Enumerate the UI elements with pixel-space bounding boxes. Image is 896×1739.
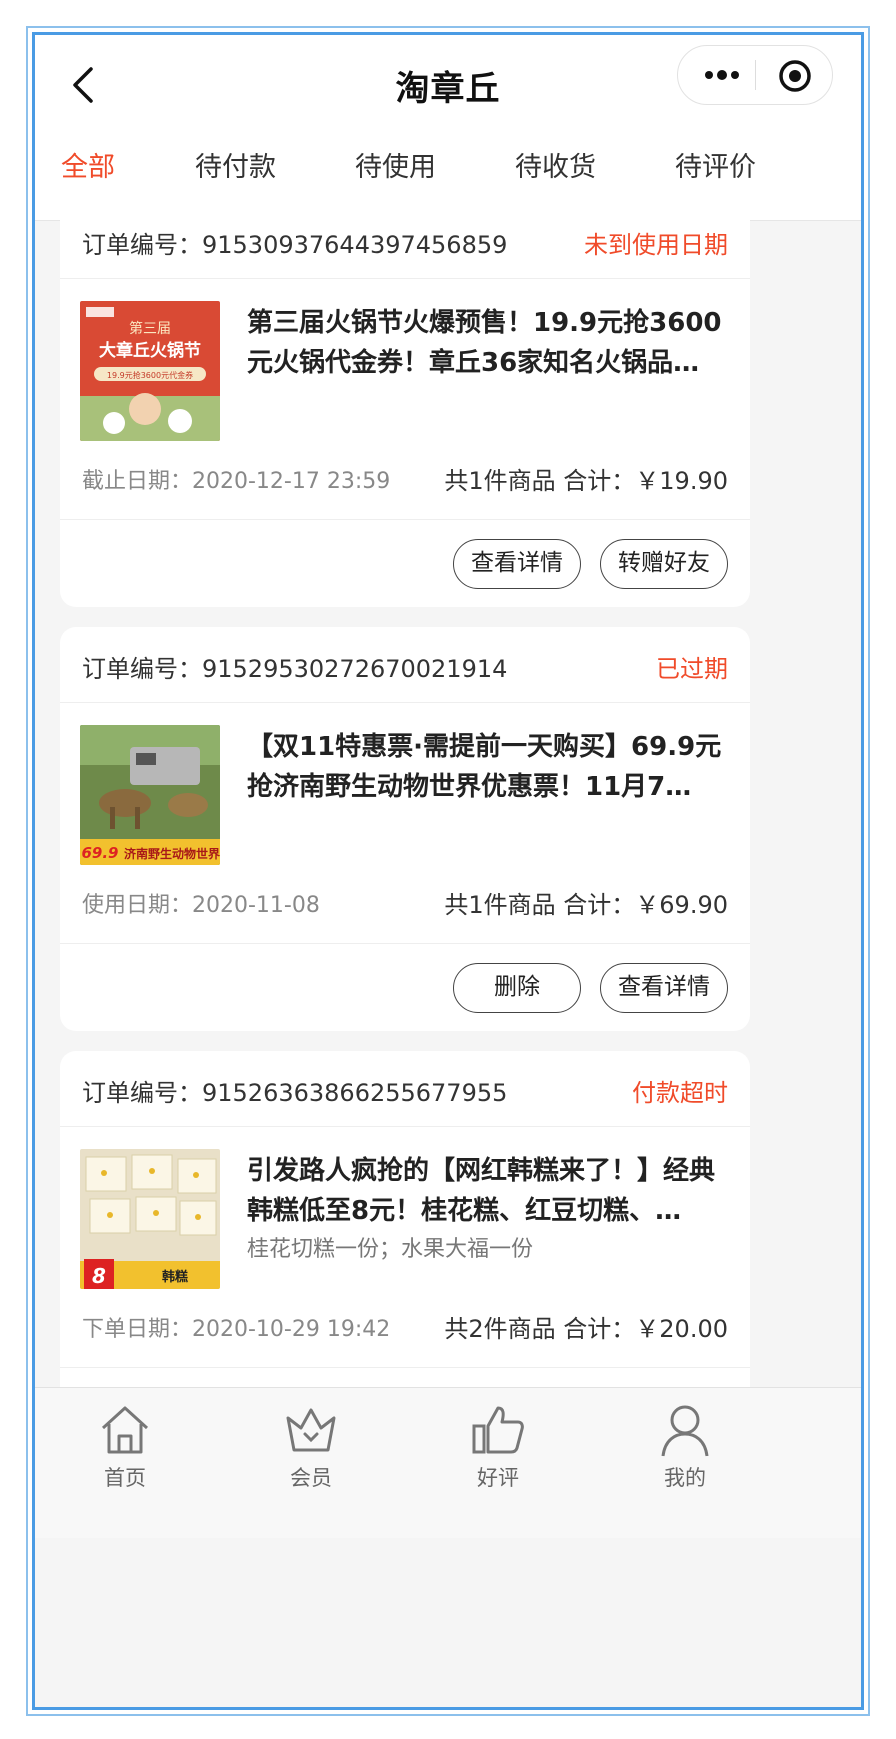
order-header: 订单编号：91530937644397456859 未到使用日期 — [60, 203, 750, 279]
delete-button[interactable]: 删除 — [453, 963, 581, 1013]
order-header: 订单编号：91529530272670021914 已过期 — [60, 627, 750, 703]
tabbar-home[interactable]: 首页 — [65, 1402, 185, 1492]
tab-label: 待评价 — [675, 152, 756, 183]
expiry-date: 截止日期：2020-12-17 23:59 — [82, 469, 391, 494]
divider — [60, 1367, 750, 1368]
order-number: 订单编号：91529530272670021914 — [82, 655, 508, 683]
tabbar-label: 好评 — [477, 1466, 519, 1490]
tabbar-reviews[interactable]: 好评 — [438, 1402, 558, 1492]
order-summary: 共1件商品 合计：￥69.90 — [444, 891, 728, 919]
tabbar-member[interactable]: 会员 — [251, 1402, 371, 1492]
divider — [60, 519, 750, 520]
app-viewport: 淘章丘 全部 待付款 待使用 待收货 待评价 订单编号：915309376443… — [35, 35, 861, 1707]
tab-label: 全部 — [61, 152, 115, 183]
view-details-button[interactable]: 查看详情 — [600, 963, 728, 1013]
thumb-caption: 济南野生动物世界 — [124, 846, 220, 861]
tab-label: 待使用 — [355, 152, 436, 183]
product-thumbnail[interactable]: 8 韩糕 — [80, 1149, 220, 1289]
user-icon — [661, 1405, 709, 1457]
product-thumbnail[interactable]: 第三届 大章丘火锅节 19.9元抢3600元代金券 — [80, 301, 220, 441]
close-miniprogram-icon[interactable] — [778, 59, 812, 93]
capsule-divider — [755, 60, 756, 90]
product-title[interactable]: 引发路人疯抢的【网红韩糕来了！】经典韩糕低至8元！桂花糕、红豆切糕、… — [247, 1151, 727, 1231]
order-card[interactable]: 订单编号：91529530272670021914 已过期 69.9 济南野生动… — [60, 627, 750, 1031]
order-status: 付款超时 — [632, 1079, 728, 1107]
order-status: 已过期 — [656, 655, 728, 683]
use-date: 使用日期：2020-11-08 — [82, 893, 320, 918]
tab-label: 待收货 — [515, 152, 596, 183]
order-number: 订单编号：91530937644397456859 — [82, 231, 508, 259]
order-status: 未到使用日期 — [584, 231, 728, 259]
thumbs-up-icon — [472, 1406, 524, 1454]
mini-program-capsule — [677, 45, 833, 105]
order-number: 订单编号：91526363866255677955 — [82, 1079, 508, 1107]
tabbar-label: 首页 — [104, 1466, 146, 1490]
product-spec: 桂花切糕一份；水果大福一份 — [247, 1237, 534, 1262]
product-thumbnail[interactable]: 69.9 济南野生动物世界 — [80, 725, 220, 865]
view-details-button[interactable]: 查看详情 — [453, 539, 581, 589]
bottom-tabbar: 首页 会员 好评 我的 — [35, 1387, 861, 1538]
order-summary: 共1件商品 合计：￥19.90 — [444, 467, 728, 495]
gift-to-friend-button[interactable]: 转赠好友 — [600, 539, 728, 589]
tab-label: 待付款 — [195, 152, 276, 183]
order-card[interactable]: 订单编号：91530937644397456859 未到使用日期 第三届 大章丘… — [60, 203, 750, 607]
crown-icon — [286, 1408, 336, 1452]
more-icon[interactable] — [702, 60, 742, 90]
product-title[interactable]: 【双11特惠票·需提前一天购买】69.9元抢济南野生动物世界优惠票！11月7… — [247, 727, 727, 807]
tabbar-mine[interactable]: 我的 — [625, 1402, 745, 1492]
thumb-text-3: 19.9元抢3600元代金券 — [107, 370, 193, 380]
order-header: 订单编号：91526363866255677955 付款超时 — [60, 1051, 750, 1127]
navbar: 淘章丘 — [35, 35, 861, 135]
thumb-price: 8 — [92, 1264, 106, 1288]
product-title[interactable]: 第三届火锅节火爆预售！19.9元抢3600元火锅代金券！章丘36家知名火锅品… — [247, 303, 727, 383]
thumb-price: 69.9 — [81, 844, 118, 862]
home-icon — [101, 1406, 149, 1454]
divider — [60, 943, 750, 944]
order-summary: 共2件商品 合计：￥20.00 — [444, 1315, 728, 1343]
thumb-text-1: 第三届 — [129, 320, 171, 337]
thumb-caption: 韩糕 — [162, 1269, 188, 1285]
tabbar-label: 会员 — [290, 1466, 332, 1490]
order-date: 下单日期：2020-10-29 19:42 — [82, 1317, 391, 1342]
thumb-text-2: 大章丘火锅节 — [99, 340, 201, 361]
tabbar-label: 我的 — [664, 1466, 706, 1490]
